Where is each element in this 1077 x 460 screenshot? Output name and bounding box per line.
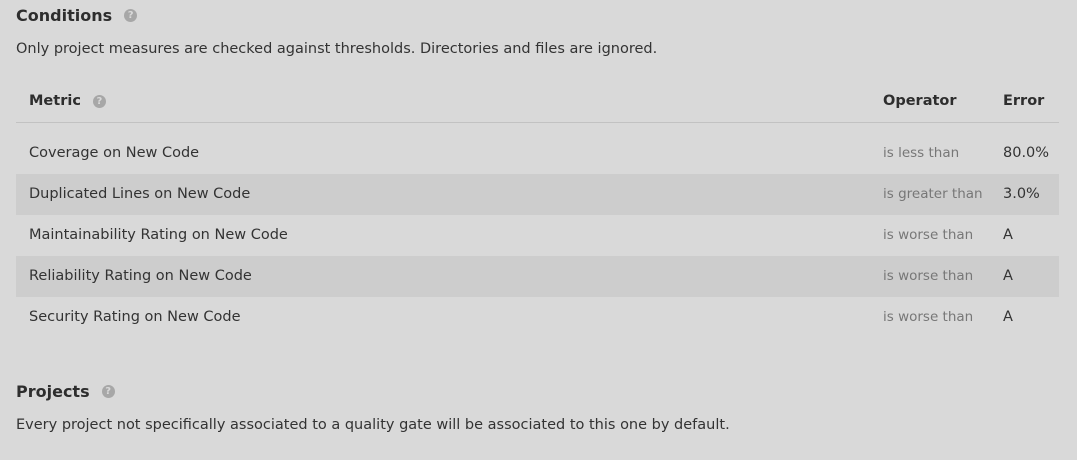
- projects-description: Every project not specifically associate…: [16, 417, 730, 433]
- condition-metric: Security Rating on New Code: [29, 309, 241, 325]
- condition-error-value: A: [1003, 268, 1013, 284]
- condition-metric: Duplicated Lines on New Code: [29, 186, 251, 202]
- conditions-table: Metric ? Operator Error Coverage on New …: [16, 82, 1059, 325]
- condition-error-value: A: [1003, 227, 1013, 243]
- metric-header-label: Metric: [29, 93, 81, 109]
- condition-operator: is worse than: [883, 227, 974, 243]
- conditions-table-body: Coverage on New Code is less than 80.0% …: [16, 133, 1059, 338]
- table-row: Coverage on New Code is less than 80.0%: [16, 133, 1059, 174]
- table-row: Security Rating on New Code is worse tha…: [16, 297, 1059, 338]
- condition-operator: is worse than: [883, 309, 974, 325]
- conditions-table-header: Metric ? Operator Error: [16, 82, 1059, 123]
- condition-operator: is greater than: [883, 186, 983, 202]
- conditions-heading: Conditions ?: [16, 6, 138, 25]
- table-row: Duplicated Lines on New Code is greater …: [16, 174, 1059, 215]
- condition-error-value: 3.0%: [1003, 186, 1040, 202]
- condition-operator: is worse than: [883, 268, 974, 284]
- operator-column-header: Operator: [883, 93, 957, 109]
- metric-help-icon[interactable]: ?: [92, 94, 106, 108]
- condition-error-value: A: [1003, 309, 1013, 325]
- table-row: Reliability Rating on New Code is worse …: [16, 256, 1059, 297]
- condition-metric: Reliability Rating on New Code: [29, 268, 252, 284]
- projects-help-icon[interactable]: ?: [101, 385, 115, 398]
- table-row: Maintainability Rating on New Code is wo…: [16, 215, 1059, 256]
- condition-metric: Maintainability Rating on New Code: [29, 227, 288, 243]
- projects-heading: Projects ?: [16, 382, 115, 401]
- conditions-description: Only project measures are checked agains…: [16, 41, 658, 57]
- condition-metric: Coverage on New Code: [29, 145, 200, 161]
- condition-error-value: 80.0%: [1003, 145, 1050, 161]
- conditions-help-icon[interactable]: ?: [124, 9, 138, 22]
- projects-title: Projects: [16, 382, 90, 401]
- metric-column-header: Metric ?: [29, 93, 106, 109]
- error-column-header: Error: [1003, 93, 1045, 109]
- conditions-title: Conditions: [16, 6, 113, 25]
- condition-operator: is less than: [883, 145, 960, 161]
